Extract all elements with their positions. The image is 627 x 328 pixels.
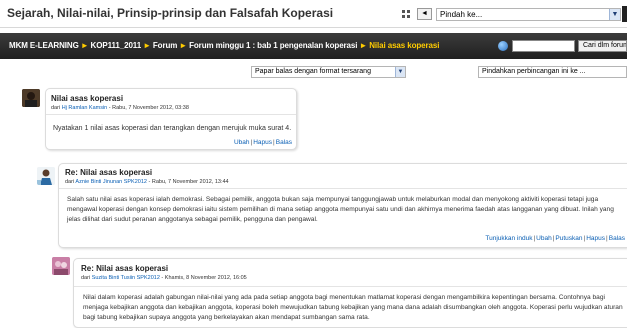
- post-meta: dari Aznie Binti Jinunan SPK2012 - Rabu,…: [65, 179, 229, 185]
- show-parent-link[interactable]: Tunjukkan induk: [485, 235, 532, 242]
- globe-icon: [498, 41, 508, 51]
- post-meta-prefix: dari: [81, 275, 92, 281]
- edit-link[interactable]: Ubah: [536, 235, 552, 242]
- previous-activity-button[interactable]: ◄: [417, 8, 432, 20]
- breadcrumb-separator-icon: ►: [80, 41, 89, 50]
- divider: [74, 286, 627, 287]
- breadcrumb-site[interactable]: MKM E-LEARNING: [9, 41, 79, 50]
- edit-link[interactable]: Ubah: [234, 139, 250, 146]
- grid-icon[interactable]: [402, 10, 410, 18]
- post-body: Salah satu nilai asas koperasi ialah dem…: [67, 196, 614, 223]
- breadcrumb: MKM E-LEARNING ► KOP111_2011 ► Forum ► Forum m…: [9, 41, 439, 50]
- move-discussion-label: Pindahkan perbincangan ini ke ...: [482, 68, 586, 75]
- chevron-down-icon: ▼: [395, 67, 405, 77]
- breadcrumb-separator-icon: ►: [143, 41, 151, 50]
- avatar[interactable]: [22, 89, 40, 107]
- avatar[interactable]: [52, 257, 70, 275]
- display-mode-label: Papar balas dengan format tersarang: [255, 68, 371, 75]
- breadcrumb-forum[interactable]: Forum minggu 1 : bab 1 pengenalan kopera…: [189, 41, 357, 50]
- display-mode-select[interactable]: Papar balas dengan format tersarang ▼: [251, 66, 406, 78]
- reply-link[interactable]: Balas: [609, 235, 625, 242]
- jump-to-label: Pindah ke...: [440, 10, 483, 19]
- post-body: Nilai dalam koperasi adalah gabungan nil…: [83, 294, 623, 321]
- breadcrumb-bar: MKM E-LEARNING ► KOP111_2011 ► Forum ► Forum m…: [0, 33, 627, 59]
- post-author-link[interactable]: Hj Ramlan Kamsin: [62, 105, 108, 111]
- breadcrumb-forums[interactable]: Forum: [153, 41, 177, 50]
- breadcrumb-separator-icon: ►: [359, 41, 368, 50]
- chevron-down-icon: ▼: [609, 9, 620, 20]
- post-meta: dari Suzita Binti Tusiin SPK2012 - Khami…: [81, 275, 247, 281]
- forum-post: Re: Nilai asas koperasi dari Aznie Binti…: [58, 163, 627, 248]
- delete-link[interactable]: Hapus: [586, 235, 605, 242]
- delete-link[interactable]: Hapus: [253, 139, 272, 146]
- breadcrumb-separator-icon: ►: [179, 41, 188, 50]
- post-date: - Khamis, 8 November 2012, 16:05: [159, 275, 247, 281]
- search-forums-button[interactable]: Cari dlm forum: [578, 40, 627, 52]
- post-subject: Nilai asas koperasi: [51, 94, 124, 103]
- post-author-link[interactable]: Aznie Binti Jinunan SPK2012: [75, 179, 147, 185]
- breadcrumb-course[interactable]: KOP111_2011: [91, 41, 142, 50]
- jump-to-select[interactable]: Pindah ke... ▼: [436, 8, 621, 21]
- forum-post: Nilai asas koperasi dari Hj Ramlan Kamsi…: [45, 88, 297, 150]
- post-actions: Ubah|Hapus|Balas: [233, 139, 292, 146]
- avatar[interactable]: [37, 167, 55, 185]
- next-activity-button[interactable]: [622, 6, 627, 22]
- breadcrumb-current: Nilai asas koperasi: [369, 41, 440, 50]
- forum-post: Re: Nilai asas koperasi dari Suzita Bint…: [73, 258, 627, 328]
- user-avatar-icon: [37, 167, 55, 185]
- post-meta: dari Hj Ramlan Kamsin - Rabu, 7 November…: [51, 105, 189, 111]
- post-subject: Re: Nilai asas koperasi: [65, 168, 153, 177]
- move-discussion-select[interactable]: Pindahkan perbincangan ini ke ...: [478, 66, 627, 78]
- divider: [59, 188, 627, 189]
- split-link[interactable]: Putuskan: [555, 235, 582, 242]
- post-actions: Tunjukkan induk|Ubah|Putuskan|Hapus|Bala…: [485, 235, 625, 242]
- post-date: - Rabu, 7 November 2012, 03:38: [107, 105, 189, 111]
- post-date: - Rabu, 7 November 2012, 13:44: [146, 179, 229, 185]
- page-header: Sejarah, Nilai-nilai, Prinsip-prinsip da…: [0, 0, 627, 28]
- divider: [46, 114, 296, 115]
- user-avatar-icon: [52, 257, 70, 275]
- post-body: Nyatakan 1 nilai asas koperasi dan teran…: [53, 125, 292, 132]
- page-title: Sejarah, Nilai-nilai, Prinsip-prinsip da…: [7, 6, 334, 20]
- search-input[interactable]: [512, 40, 575, 52]
- post-meta-prefix: dari: [51, 105, 62, 111]
- post-meta-prefix: dari: [65, 179, 76, 185]
- post-author-link[interactable]: Suzita Binti Tusiin SPK2012: [92, 275, 160, 281]
- user-avatar-icon: [22, 89, 40, 107]
- post-subject: Re: Nilai asas koperasi: [81, 264, 169, 273]
- reply-link[interactable]: Balas: [276, 139, 292, 146]
